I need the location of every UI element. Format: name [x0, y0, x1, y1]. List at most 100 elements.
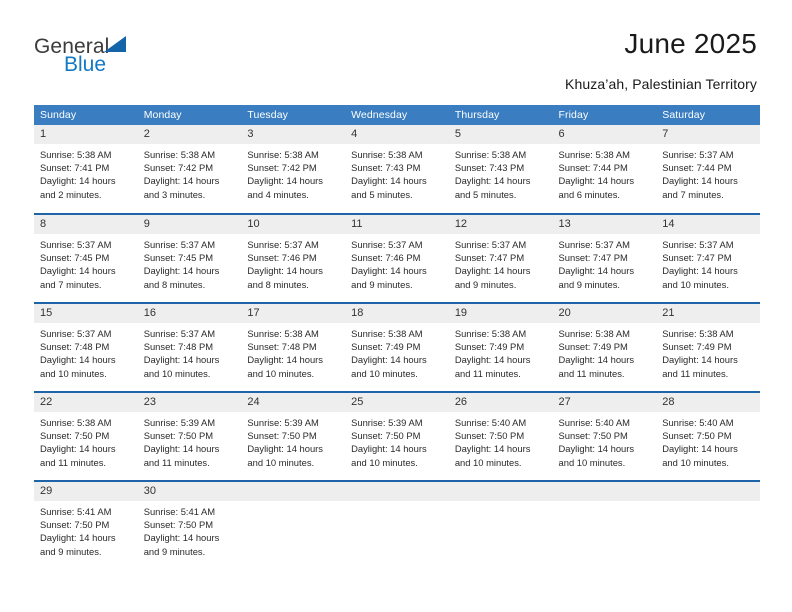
day-sun-info: Sunrise: 5:38 AM Sunset: 7:48 PM Dayligh…	[247, 328, 323, 379]
day-sun-info: Sunrise: 5:38 AM Sunset: 7:49 PM Dayligh…	[662, 328, 738, 379]
calendar-day-cell[interactable]: 30 Sunrise: 5:41 AM Sunset: 7:50 PM Dayli…	[137, 480, 242, 570]
day-number: 9	[137, 215, 242, 234]
calendar-day-cell[interactable]: 27 Sunrise: 5:40 AM Sunset: 7:50 PM Dayli…	[552, 391, 657, 481]
day-number: 29	[34, 482, 138, 501]
day-number: 23	[137, 393, 242, 412]
day-number: 7	[656, 125, 760, 144]
day-sun-info: Sunrise: 5:37 AM Sunset: 7:44 PM Dayligh…	[662, 149, 738, 200]
day-number	[345, 482, 449, 501]
calendar-day-cell[interactable]: 29 Sunrise: 5:41 AM Sunset: 7:50 PM Dayli…	[34, 480, 138, 570]
calendar-day-cell[interactable]: 3 Sunrise: 5:38 AM Sunset: 7:42 PM Daylig…	[241, 125, 346, 214]
day-sun-info: Sunrise: 5:39 AM Sunset: 7:50 PM Dayligh…	[143, 417, 220, 468]
day-number	[656, 482, 760, 501]
calendar-week-row: 29 Sunrise: 5:41 AM Sunset: 7:50 PM Dayli…	[34, 480, 760, 570]
day-sun-info: Sunrise: 5:39 AM Sunset: 7:50 PM Dayligh…	[351, 417, 427, 468]
day-number	[241, 482, 346, 501]
calendar-day-cell[interactable]: 9 Sunrise: 5:37 AM Sunset: 7:45 PM Daylig…	[137, 213, 242, 303]
day-number: 30	[137, 482, 242, 501]
day-number: 13	[552, 215, 657, 234]
calendar-day-cell[interactable]: 8 Sunrise: 5:37 AM Sunset: 7:45 PM Daylig…	[34, 213, 138, 303]
calendar-week-row: 8 Sunrise: 5:37 AM Sunset: 7:45 PM Daylig…	[34, 213, 760, 303]
calendar-empty-cell	[448, 480, 553, 570]
calendar-day-cell[interactable]: 4 Sunrise: 5:38 AM Sunset: 7:43 PM Daylig…	[345, 125, 449, 214]
weekday-header-thursday: Thursday	[448, 105, 553, 125]
calendar-day-cell[interactable]: 19 Sunrise: 5:38 AM Sunset: 7:49 PM Dayli…	[448, 302, 553, 392]
calendar-day-cell[interactable]: 11 Sunrise: 5:37 AM Sunset: 7:46 PM Dayli…	[345, 213, 449, 303]
calendar-day-cell[interactable]: 24 Sunrise: 5:39 AM Sunset: 7:50 PM Dayli…	[241, 391, 346, 481]
day-number: 11	[345, 215, 449, 234]
calendar-day-cell[interactable]: 21 Sunrise: 5:38 AM Sunset: 7:49 PM Dayli…	[656, 302, 760, 392]
day-number: 22	[34, 393, 138, 412]
general-blue-logo[interactable]: General Blue	[34, 34, 234, 86]
calendar-day-cell[interactable]: 15 Sunrise: 5:37 AM Sunset: 7:48 PM Dayli…	[34, 302, 138, 392]
day-sun-info: Sunrise: 5:41 AM Sunset: 7:50 PM Dayligh…	[40, 506, 116, 557]
calendar-day-cell[interactable]: 20 Sunrise: 5:38 AM Sunset: 7:49 PM Dayli…	[552, 302, 657, 392]
day-sun-info: Sunrise: 5:38 AM Sunset: 7:42 PM Dayligh…	[143, 149, 220, 200]
day-sun-info: Sunrise: 5:38 AM Sunset: 7:43 PM Dayligh…	[454, 149, 531, 200]
calendar-empty-cell	[345, 480, 449, 570]
day-sun-info	[656, 501, 760, 505]
day-sun-info	[241, 501, 345, 505]
day-sun-info: Sunrise: 5:41 AM Sunset: 7:50 PM Dayligh…	[143, 506, 220, 557]
day-sun-info: Sunrise: 5:37 AM Sunset: 7:47 PM Dayligh…	[558, 239, 635, 290]
calendar-day-cell[interactable]: 18 Sunrise: 5:38 AM Sunset: 7:49 PM Dayli…	[345, 302, 449, 392]
logo-text-blue: Blue	[64, 53, 107, 76]
day-number: 3	[241, 125, 346, 144]
calendar-day-cell[interactable]: 28 Sunrise: 5:40 AM Sunset: 7:50 PM Dayli…	[656, 391, 760, 481]
calendar-day-cell[interactable]: 10 Sunrise: 5:37 AM Sunset: 7:46 PM Dayli…	[241, 213, 346, 303]
calendar-day-cell[interactable]: 7 Sunrise: 5:37 AM Sunset: 7:44 PM Daylig…	[656, 125, 760, 214]
day-number: 21	[656, 304, 760, 323]
day-number: 25	[345, 393, 449, 412]
day-sun-info: Sunrise: 5:40 AM Sunset: 7:50 PM Dayligh…	[558, 417, 635, 468]
triangle-icon	[104, 36, 126, 52]
day-sun-info: Sunrise: 5:39 AM Sunset: 7:50 PM Dayligh…	[247, 417, 323, 468]
day-number: 18	[345, 304, 449, 323]
calendar-day-cell[interactable]: 17 Sunrise: 5:38 AM Sunset: 7:48 PM Dayli…	[241, 302, 346, 392]
calendar-body: 1 Sunrise: 5:38 AM Sunset: 7:41 PM Daylig…	[34, 125, 760, 570]
calendar-day-cell[interactable]: 12 Sunrise: 5:37 AM Sunset: 7:47 PM Dayli…	[448, 213, 553, 303]
day-number: 20	[552, 304, 657, 323]
day-sun-info: Sunrise: 5:37 AM Sunset: 7:45 PM Dayligh…	[40, 239, 116, 290]
day-number: 26	[448, 393, 553, 412]
calendar-day-cell[interactable]: 16 Sunrise: 5:37 AM Sunset: 7:48 PM Dayli…	[137, 302, 242, 392]
calendar-day-cell[interactable]: 22 Sunrise: 5:38 AM Sunset: 7:50 PM Dayli…	[34, 391, 138, 481]
page-title: June 2025	[624, 28, 757, 59]
day-sun-info: Sunrise: 5:38 AM Sunset: 7:49 PM Dayligh…	[351, 328, 427, 379]
day-number: 1	[34, 125, 138, 144]
day-number: 12	[448, 215, 553, 234]
day-number	[448, 482, 553, 501]
day-sun-info: Sunrise: 5:37 AM Sunset: 7:47 PM Dayligh…	[662, 239, 738, 290]
weekday-header-sunday: Sunday	[34, 105, 138, 125]
day-sun-info: Sunrise: 5:37 AM Sunset: 7:46 PM Dayligh…	[247, 239, 323, 290]
day-sun-info	[345, 501, 449, 505]
weekday-header-wednesday: Wednesday	[345, 105, 449, 125]
calendar-day-cell[interactable]: 23 Sunrise: 5:39 AM Sunset: 7:50 PM Dayli…	[137, 391, 242, 481]
calendar-day-cell[interactable]: 1 Sunrise: 5:38 AM Sunset: 7:41 PM Daylig…	[34, 125, 138, 214]
day-sun-info	[553, 501, 657, 505]
calendar-week-row: 1 Sunrise: 5:38 AM Sunset: 7:41 PM Daylig…	[34, 125, 760, 214]
page-header: General Blue June 2025 Khuza’ah, Palesti…	[0, 0, 792, 100]
day-number: 28	[656, 393, 760, 412]
calendar-day-cell[interactable]: 26 Sunrise: 5:40 AM Sunset: 7:50 PM Dayli…	[448, 391, 553, 481]
weekday-header-row: Sunday Monday Tuesday Wednesday Thursday…	[34, 105, 760, 125]
day-sun-info: Sunrise: 5:38 AM Sunset: 7:41 PM Dayligh…	[40, 149, 116, 200]
calendar-empty-cell	[552, 480, 657, 570]
day-number	[552, 482, 657, 501]
calendar-day-cell[interactable]: 14 Sunrise: 5:37 AM Sunset: 7:47 PM Dayli…	[656, 213, 760, 303]
calendar-page: General Blue June 2025 Khuza’ah, Palesti…	[0, 0, 792, 612]
calendar-grid: Sunday Monday Tuesday Wednesday Thursday…	[34, 105, 760, 570]
calendar-day-cell[interactable]: 5 Sunrise: 5:38 AM Sunset: 7:43 PM Daylig…	[448, 125, 553, 214]
weekday-header-saturday: Saturday	[656, 105, 760, 125]
day-sun-info	[449, 501, 553, 505]
day-sun-info: Sunrise: 5:40 AM Sunset: 7:50 PM Dayligh…	[454, 417, 531, 468]
calendar-day-cell[interactable]: 2 Sunrise: 5:38 AM Sunset: 7:42 PM Daylig…	[137, 125, 242, 214]
calendar-empty-cell	[656, 480, 760, 570]
day-sun-info: Sunrise: 5:38 AM Sunset: 7:50 PM Dayligh…	[40, 417, 116, 468]
day-sun-info: Sunrise: 5:38 AM Sunset: 7:49 PM Dayligh…	[558, 328, 635, 379]
calendar-day-cell[interactable]: 6 Sunrise: 5:38 AM Sunset: 7:44 PM Daylig…	[552, 125, 657, 214]
day-sun-info: Sunrise: 5:38 AM Sunset: 7:44 PM Dayligh…	[558, 149, 635, 200]
calendar-day-cell[interactable]: 25 Sunrise: 5:39 AM Sunset: 7:50 PM Dayli…	[345, 391, 449, 481]
calendar-day-cell[interactable]: 13 Sunrise: 5:37 AM Sunset: 7:47 PM Dayli…	[552, 213, 657, 303]
day-number: 24	[241, 393, 346, 412]
day-number: 4	[345, 125, 449, 144]
